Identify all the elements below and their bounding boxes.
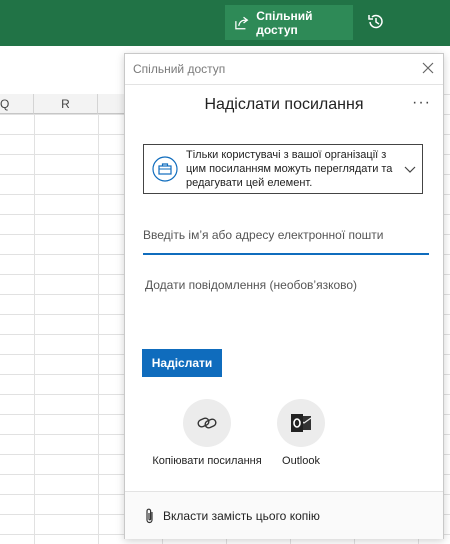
outlook-label: Outlook (282, 455, 320, 467)
message-field (143, 276, 433, 316)
panel-title: Надіслати посилання (204, 96, 364, 113)
paperclip-icon (146, 508, 153, 523)
share-icon (235, 16, 249, 29)
copy-link-action[interactable]: Копіювати посилання (147, 399, 267, 467)
outlook-action[interactable]: Outlook (261, 399, 341, 467)
column-header-label: Q (0, 97, 10, 111)
chevron-down-icon (404, 166, 416, 173)
recipient-input[interactable] (143, 219, 429, 251)
send-button[interactable]: Надіслати (142, 349, 222, 377)
permission-description: Тільки користувачі з вашої організації з… (186, 149, 393, 189)
column-header-q[interactable]: Q (0, 94, 34, 114)
share-button-label: Спільний доступ (256, 8, 313, 37)
share-panel: Спільний доступ Надіслати посилання ··· … (124, 53, 444, 539)
link-permission-selector[interactable]: Тільки користувачі з вашої організації з… (143, 144, 423, 194)
copy-link-button[interactable] (183, 399, 231, 447)
panel-header: Спільний доступ (125, 54, 443, 85)
copy-link-label: Копіювати посилання (152, 455, 262, 467)
attach-copy-label: Вкласти замість цього копію (163, 508, 320, 523)
outlook-button[interactable] (277, 399, 325, 447)
share-button[interactable]: Спільний доступ (225, 5, 353, 40)
more-options-icon[interactable]: ··· (412, 94, 431, 112)
message-input[interactable] (143, 276, 433, 300)
column-header-label: R (61, 97, 70, 111)
outlook-icon (291, 414, 312, 432)
recipient-field (143, 219, 429, 255)
briefcase-icon (152, 156, 178, 182)
panel-header-title: Спільний доступ (133, 62, 226, 76)
column-header-r[interactable]: R (34, 94, 98, 114)
close-icon[interactable] (421, 61, 435, 75)
link-icon (197, 417, 217, 429)
ribbon-top-bar: Спільний доступ (0, 0, 450, 46)
attach-copy-option[interactable]: Вкласти замість цього копію (125, 491, 443, 539)
history-icon[interactable] (366, 12, 386, 32)
